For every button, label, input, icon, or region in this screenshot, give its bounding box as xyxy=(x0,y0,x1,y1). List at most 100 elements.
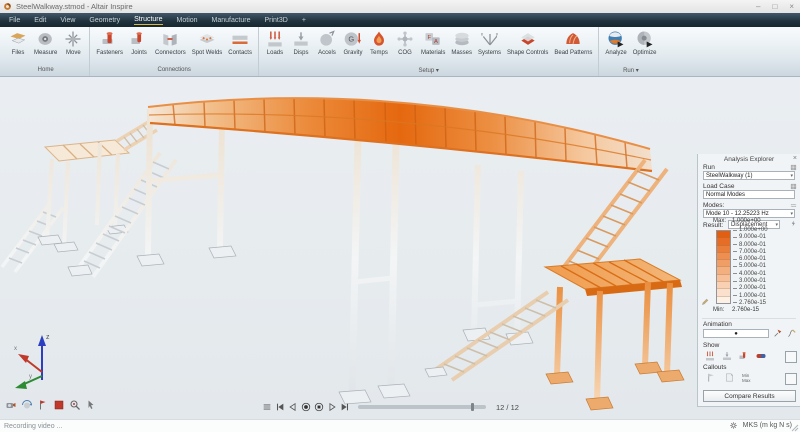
animation-slider-dot: ● xyxy=(734,331,738,337)
view-toolbar xyxy=(5,399,97,411)
show-toggles xyxy=(704,350,767,362)
close-button[interactable]: × xyxy=(789,0,794,13)
ribbon-tool[interactable]: Disps xyxy=(288,28,314,56)
menu-item[interactable]: File xyxy=(2,13,27,27)
callouts-options-button[interactable] xyxy=(785,373,797,385)
callout-minmax-toggle[interactable]: MinMax xyxy=(742,373,751,383)
legend-edit-icon[interactable] xyxy=(701,298,709,306)
ribbon-tool[interactable]: Fasteners xyxy=(93,28,126,56)
frames-menu-button[interactable] xyxy=(262,402,272,412)
result-probe-icon[interactable] xyxy=(790,220,797,227)
ribbon-tool[interactable]: Shape Controls xyxy=(504,28,551,56)
legend-segment xyxy=(717,266,730,273)
play-button[interactable] xyxy=(327,402,337,412)
maximize-button[interactable]: □ xyxy=(772,0,777,13)
app-logo-icon xyxy=(3,2,12,11)
show-connectors-icon[interactable] xyxy=(738,350,750,362)
load-case-table-icon[interactable] xyxy=(790,183,797,190)
ribbon-tool[interactable]: Bead Patterns xyxy=(551,28,595,56)
ribbon-group-label[interactable]: Run ▾ xyxy=(602,67,659,76)
callouts-row: MinMax xyxy=(706,372,751,383)
ribbon-tool-icon xyxy=(518,29,538,49)
ribbon-tool[interactable]: Systems xyxy=(475,28,504,56)
panel-close-icon[interactable]: × xyxy=(793,155,797,162)
compare-results-button[interactable]: Compare Results xyxy=(703,390,796,402)
ribbon-tool[interactable]: Connectors xyxy=(152,28,189,56)
menu-item[interactable]: View xyxy=(53,13,82,27)
ribbon-tool[interactable]: Gravity xyxy=(340,28,366,56)
legend-tick-label: 9.000e-01 xyxy=(733,234,768,240)
callout-flag-icon[interactable] xyxy=(706,372,717,383)
ribbon-tool[interactable]: Files xyxy=(5,28,31,56)
ribbon-tool[interactable]: Measure xyxy=(31,28,60,56)
zoom-icon[interactable] xyxy=(69,399,81,411)
show-supports-icon[interactable] xyxy=(721,350,733,362)
legend-tick-label: 2.760e-15 xyxy=(733,300,768,306)
show-options-button[interactable] xyxy=(785,351,797,363)
modes-select[interactable]: Mode 10 - 12.25223 Hz▾ xyxy=(703,209,795,218)
ribbon-tool[interactable]: Spot Welds xyxy=(189,28,226,56)
legend-tick-label: 7.000e-01 xyxy=(733,249,768,255)
load-case-field[interactable]: Normal Modes xyxy=(703,190,795,199)
animation-curve-icon[interactable] xyxy=(787,328,797,338)
menu-item[interactable]: Structure xyxy=(127,13,169,27)
legend-segment xyxy=(717,281,730,288)
menu-item[interactable]: Geometry xyxy=(82,13,127,27)
ribbon-tool[interactable]: Temps xyxy=(366,28,392,56)
menu-item[interactable]: + xyxy=(295,13,313,27)
ribbon-tool-icon xyxy=(317,29,337,49)
analysis-explorer-panel: Analysis Explorer × Run SteelWalkway (1)… xyxy=(697,154,800,407)
previous-frame-button[interactable] xyxy=(288,402,298,412)
frame-slider-handle[interactable] xyxy=(471,403,474,411)
ribbon-group-label[interactable]: Setup ▾ xyxy=(262,67,595,76)
animation-settings-icon[interactable] xyxy=(773,328,783,338)
model-viewport[interactable]: z x y xyxy=(0,77,800,419)
ribbon-tool[interactable]: Accels xyxy=(314,28,340,56)
legend-segment xyxy=(717,259,730,266)
ribbon-tool[interactable]: Masses xyxy=(448,28,475,56)
ribbon-tool[interactable]: COG xyxy=(392,28,418,56)
menu-item[interactable]: Print3D xyxy=(257,13,294,27)
menu-item[interactable]: Manufacture xyxy=(205,13,258,27)
result-legend-colorbar xyxy=(716,230,731,304)
flag-icon[interactable] xyxy=(37,399,49,411)
ribbon-tool-icon xyxy=(230,29,250,49)
select-icon[interactable] xyxy=(85,399,97,411)
ribbon-tool[interactable]: Contacts xyxy=(225,28,255,56)
resize-grip[interactable] xyxy=(791,424,799,432)
ribbon-tool-icon xyxy=(563,29,583,49)
record-video-icon[interactable] xyxy=(5,399,17,411)
run-select[interactable]: SteelWalkway (1)▾ xyxy=(703,171,795,180)
ribbon-group-label: Home xyxy=(5,67,86,76)
ribbon-group-connections: Fasteners Joints Connectors Spot xyxy=(90,27,259,76)
callout-note-icon[interactable] xyxy=(724,372,735,383)
ribbon-tool[interactable]: Joints xyxy=(126,28,152,56)
animation-slider[interactable]: ● xyxy=(703,329,769,338)
modes-waves-icon[interactable] xyxy=(790,202,797,209)
record-button[interactable] xyxy=(301,402,311,412)
legend-tick-label: 4.000e-01 xyxy=(733,271,768,277)
stop-button[interactable] xyxy=(314,402,324,412)
rotate-view-icon[interactable] xyxy=(21,399,33,411)
first-frame-button[interactable] xyxy=(275,402,285,412)
ribbon-tool[interactable]: Analyze xyxy=(602,28,629,56)
show-loads-icon[interactable] xyxy=(704,350,716,362)
ribbon-tool[interactable]: Loads xyxy=(262,28,288,56)
ribbon-tool[interactable]: Materials xyxy=(418,28,448,56)
frame-slider[interactable] xyxy=(358,405,486,409)
recording-indicator-icon[interactable] xyxy=(53,399,65,411)
ribbon-tool[interactable]: Optimize xyxy=(630,28,660,56)
animation-playback-bar: 12 / 12 xyxy=(262,402,519,412)
last-frame-button[interactable] xyxy=(340,402,350,412)
dropdown-arrow-icon: ▾ xyxy=(775,221,778,230)
menu-item[interactable]: Motion xyxy=(170,13,205,27)
units-selector[interactable]: MKS (m kg N s) xyxy=(743,422,792,429)
show-results-icon[interactable] xyxy=(755,350,767,362)
minimize-button[interactable]: – xyxy=(756,0,760,13)
run-table-icon[interactable] xyxy=(790,164,797,171)
units-gear-icon[interactable] xyxy=(729,421,738,430)
menu-item[interactable]: Edit xyxy=(27,13,53,27)
legend-tick-label: 2.000e-01 xyxy=(733,285,768,291)
legend-ticks: 1.000e+00 9.000e-01 8.000e-01 7.000e-01 … xyxy=(733,227,768,306)
ribbon-tool[interactable]: Move xyxy=(60,28,86,56)
